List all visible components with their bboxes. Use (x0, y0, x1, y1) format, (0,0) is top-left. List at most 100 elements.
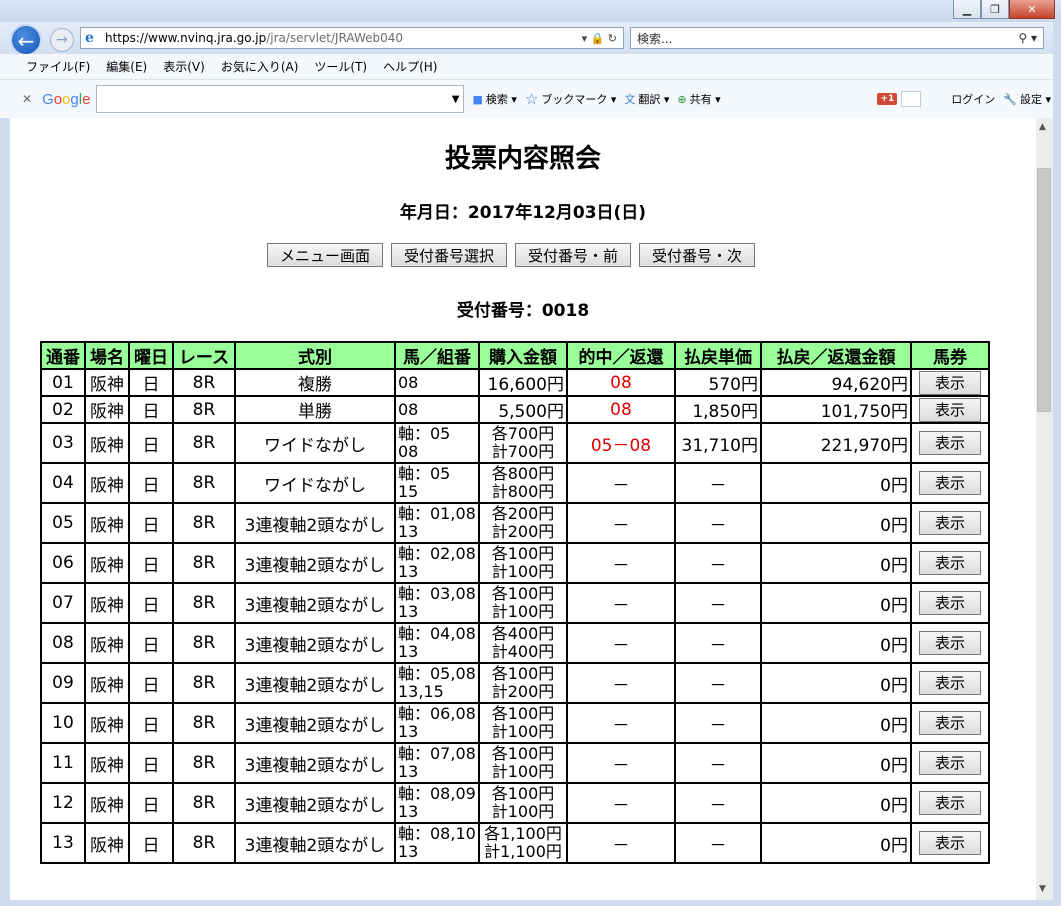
cell-hit: － (566, 582, 676, 624)
cell-amount: 16,600円 (478, 368, 568, 397)
menu-favorites[interactable]: お気に入り(A) (221, 58, 299, 75)
cell-ticket: 表示 (910, 742, 990, 784)
close-toolbar-icon[interactable]: ✕ (22, 92, 32, 106)
translate-button[interactable]: 文翻訳 ▾ (624, 91, 669, 107)
login-link[interactable]: ログイン (951, 91, 995, 107)
menu-help[interactable]: ヘルプ(H) (383, 58, 437, 75)
cell-no: 06 (40, 542, 86, 584)
table-row: 11 阪神日 8R 3連複軸2頭ながし 軸：07,08 13 各100円 計100円－－ 0円表… (40, 742, 990, 784)
show-ticket-button[interactable]: 表示 (919, 370, 981, 395)
cell-payout: 0円 (760, 742, 912, 784)
cell-unit-price: 31,710円 (674, 422, 762, 464)
wrench-icon: 🔧 (1003, 92, 1017, 106)
maximize-button[interactable]: ❐ (981, 0, 1009, 19)
show-ticket-button[interactable]: 表示 (919, 511, 981, 535)
cell-type: 3連複軸2頭ながし (234, 502, 396, 544)
cell-payout: 0円 (760, 582, 912, 624)
browser-search-input[interactable]: 検索... ⚲ ▾ (630, 27, 1044, 49)
cell-type: 複勝 (234, 368, 396, 397)
cell-no: 07 (40, 582, 86, 624)
cell-ticket: 表示 (910, 502, 990, 544)
show-ticket-button[interactable]: 表示 (919, 711, 981, 735)
show-ticket-button[interactable]: 表示 (919, 831, 981, 855)
cell-ticket: 表示 (910, 822, 990, 864)
menu-file[interactable]: ファイル(F) (26, 58, 90, 75)
google-logo: Google (42, 90, 91, 108)
show-ticket-button[interactable]: 表示 (919, 471, 981, 495)
cell-day: 日 (128, 368, 174, 397)
scroll-thumb[interactable] (1037, 168, 1051, 412)
table-row: 03 阪神日 8R ワイドながし 軸：05 08 各700円 計700円 05－08 31,710… (40, 422, 990, 464)
cell-unit-price: 570円 (674, 368, 762, 397)
menu-tools[interactable]: ツール(T) (314, 58, 367, 75)
show-ticket-button[interactable]: 表示 (919, 551, 981, 575)
search-icon[interactable]: ⚲ ▾ (1018, 31, 1037, 45)
cell-hit: － (566, 542, 676, 584)
cell-unit-price: － (674, 662, 762, 704)
cell-race: 8R (172, 622, 236, 664)
cell-type: 3連複軸2頭ながし (234, 822, 396, 864)
cell-place: 阪神 (84, 368, 130, 397)
google-search-input[interactable]: ▼ (96, 85, 465, 113)
cell-day: 日 (128, 395, 174, 424)
forward-button[interactable]: → (50, 28, 74, 52)
cell-amount: 各100円 計100円 (478, 582, 568, 624)
scroll-up-icon[interactable]: ▲ (1039, 122, 1046, 132)
minimize-button[interactable]: ▁ (953, 0, 981, 19)
cell-amount: 各100円 計200円 (478, 662, 568, 704)
cell-amount: 各1,100円 計1,100円 (478, 822, 568, 864)
cell-type: 3連複軸2頭ながし (234, 542, 396, 584)
chevron-down-icon[interactable]: ▼ (452, 94, 460, 105)
google-search-button[interactable]: ■ 検索 ▾ (472, 91, 516, 107)
select-receipt-button[interactable]: 受付番号選択 (391, 243, 508, 267)
bookmark-button[interactable]: ☆ ブックマーク ▾ (525, 90, 616, 108)
cell-day: 日 (128, 662, 174, 704)
cell-ticket: 表示 (910, 582, 990, 624)
cell-unit-price: 1,850円 (674, 395, 762, 424)
cell-kumi: 軸：01,08 13 (394, 502, 480, 544)
vertical-scrollbar[interactable]: ▲ ▼ (1036, 118, 1053, 900)
show-ticket-button[interactable]: 表示 (919, 431, 981, 455)
cell-type: 3連複軸2頭ながし (234, 782, 396, 824)
scroll-down-icon[interactable]: ▼ (1039, 884, 1046, 894)
plus-one-count (901, 91, 922, 107)
menu-edit[interactable]: 編集(E) (106, 58, 147, 75)
show-ticket-button[interactable]: 表示 (919, 671, 981, 695)
back-button[interactable]: ← (10, 24, 42, 56)
show-ticket-button[interactable]: 表示 (919, 397, 981, 422)
show-ticket-button[interactable]: 表示 (919, 791, 981, 815)
cell-kumi: 軸：05,08 13,15 (394, 662, 480, 704)
cell-place: 阪神 (84, 662, 130, 704)
next-receipt-button[interactable]: 受付番号・次 (639, 243, 756, 267)
col-header: 購入金額 (478, 341, 568, 370)
settings-button[interactable]: 🔧 設定 ▾ (1003, 91, 1051, 107)
lock-refresh-icons[interactable]: ▾ 🔒 ↻ (582, 32, 617, 45)
cell-day: 日 (128, 822, 174, 864)
cell-amount: 各800円 計800円 (478, 462, 568, 504)
cell-hit: － (566, 662, 676, 704)
cell-hit: 05－08 (566, 422, 676, 464)
close-window-button[interactable]: ✕ (1009, 0, 1055, 19)
url-text: https://www.nvinq.jra.go.jp/jra/servlet/… (105, 31, 404, 45)
cell-race: 8R (172, 702, 236, 744)
google-toolbar: ✕ Google ▼ ■ 検索 ▾ ☆ ブックマーク ▾ 文翻訳 ▾ ⊕ 共有 ▾ +… (0, 80, 1061, 118)
table-row: 04 阪神日 8R ワイドながし 軸：05 15 各800円 計800円－－ 0円 表示 (40, 462, 990, 504)
address-bar[interactable]: e https://www.nvinq.jra.go.jp/jra/servle… (80, 27, 624, 49)
menu-screen-button[interactable]: メニュー画面 (267, 243, 384, 267)
cell-race: 8R (172, 822, 236, 864)
col-header: 場名 (84, 341, 130, 370)
menu-view[interactable]: 表示(V) (163, 58, 205, 75)
show-ticket-button[interactable]: 表示 (919, 591, 981, 615)
cell-kumi: 軸：08,09 13 (394, 782, 480, 824)
cell-hit: － (566, 822, 676, 864)
translate-icon: 文 (624, 93, 636, 106)
google-plus-one-button[interactable]: +1 (877, 93, 898, 105)
show-ticket-button[interactable]: 表示 (919, 751, 981, 775)
cell-amount: 各100円 計100円 (478, 782, 568, 824)
cell-place: 阪神 (84, 502, 130, 544)
share-button[interactable]: ⊕ 共有 ▾ (677, 91, 720, 107)
show-ticket-button[interactable]: 表示 (919, 631, 981, 655)
cell-payout: 0円 (760, 542, 912, 584)
table-row: 12 阪神日 8R 3連複軸2頭ながし 軸：08,09 13 各100円 計100円－－ 0円表… (40, 782, 990, 824)
prev-receipt-button[interactable]: 受付番号・前 (515, 243, 632, 267)
